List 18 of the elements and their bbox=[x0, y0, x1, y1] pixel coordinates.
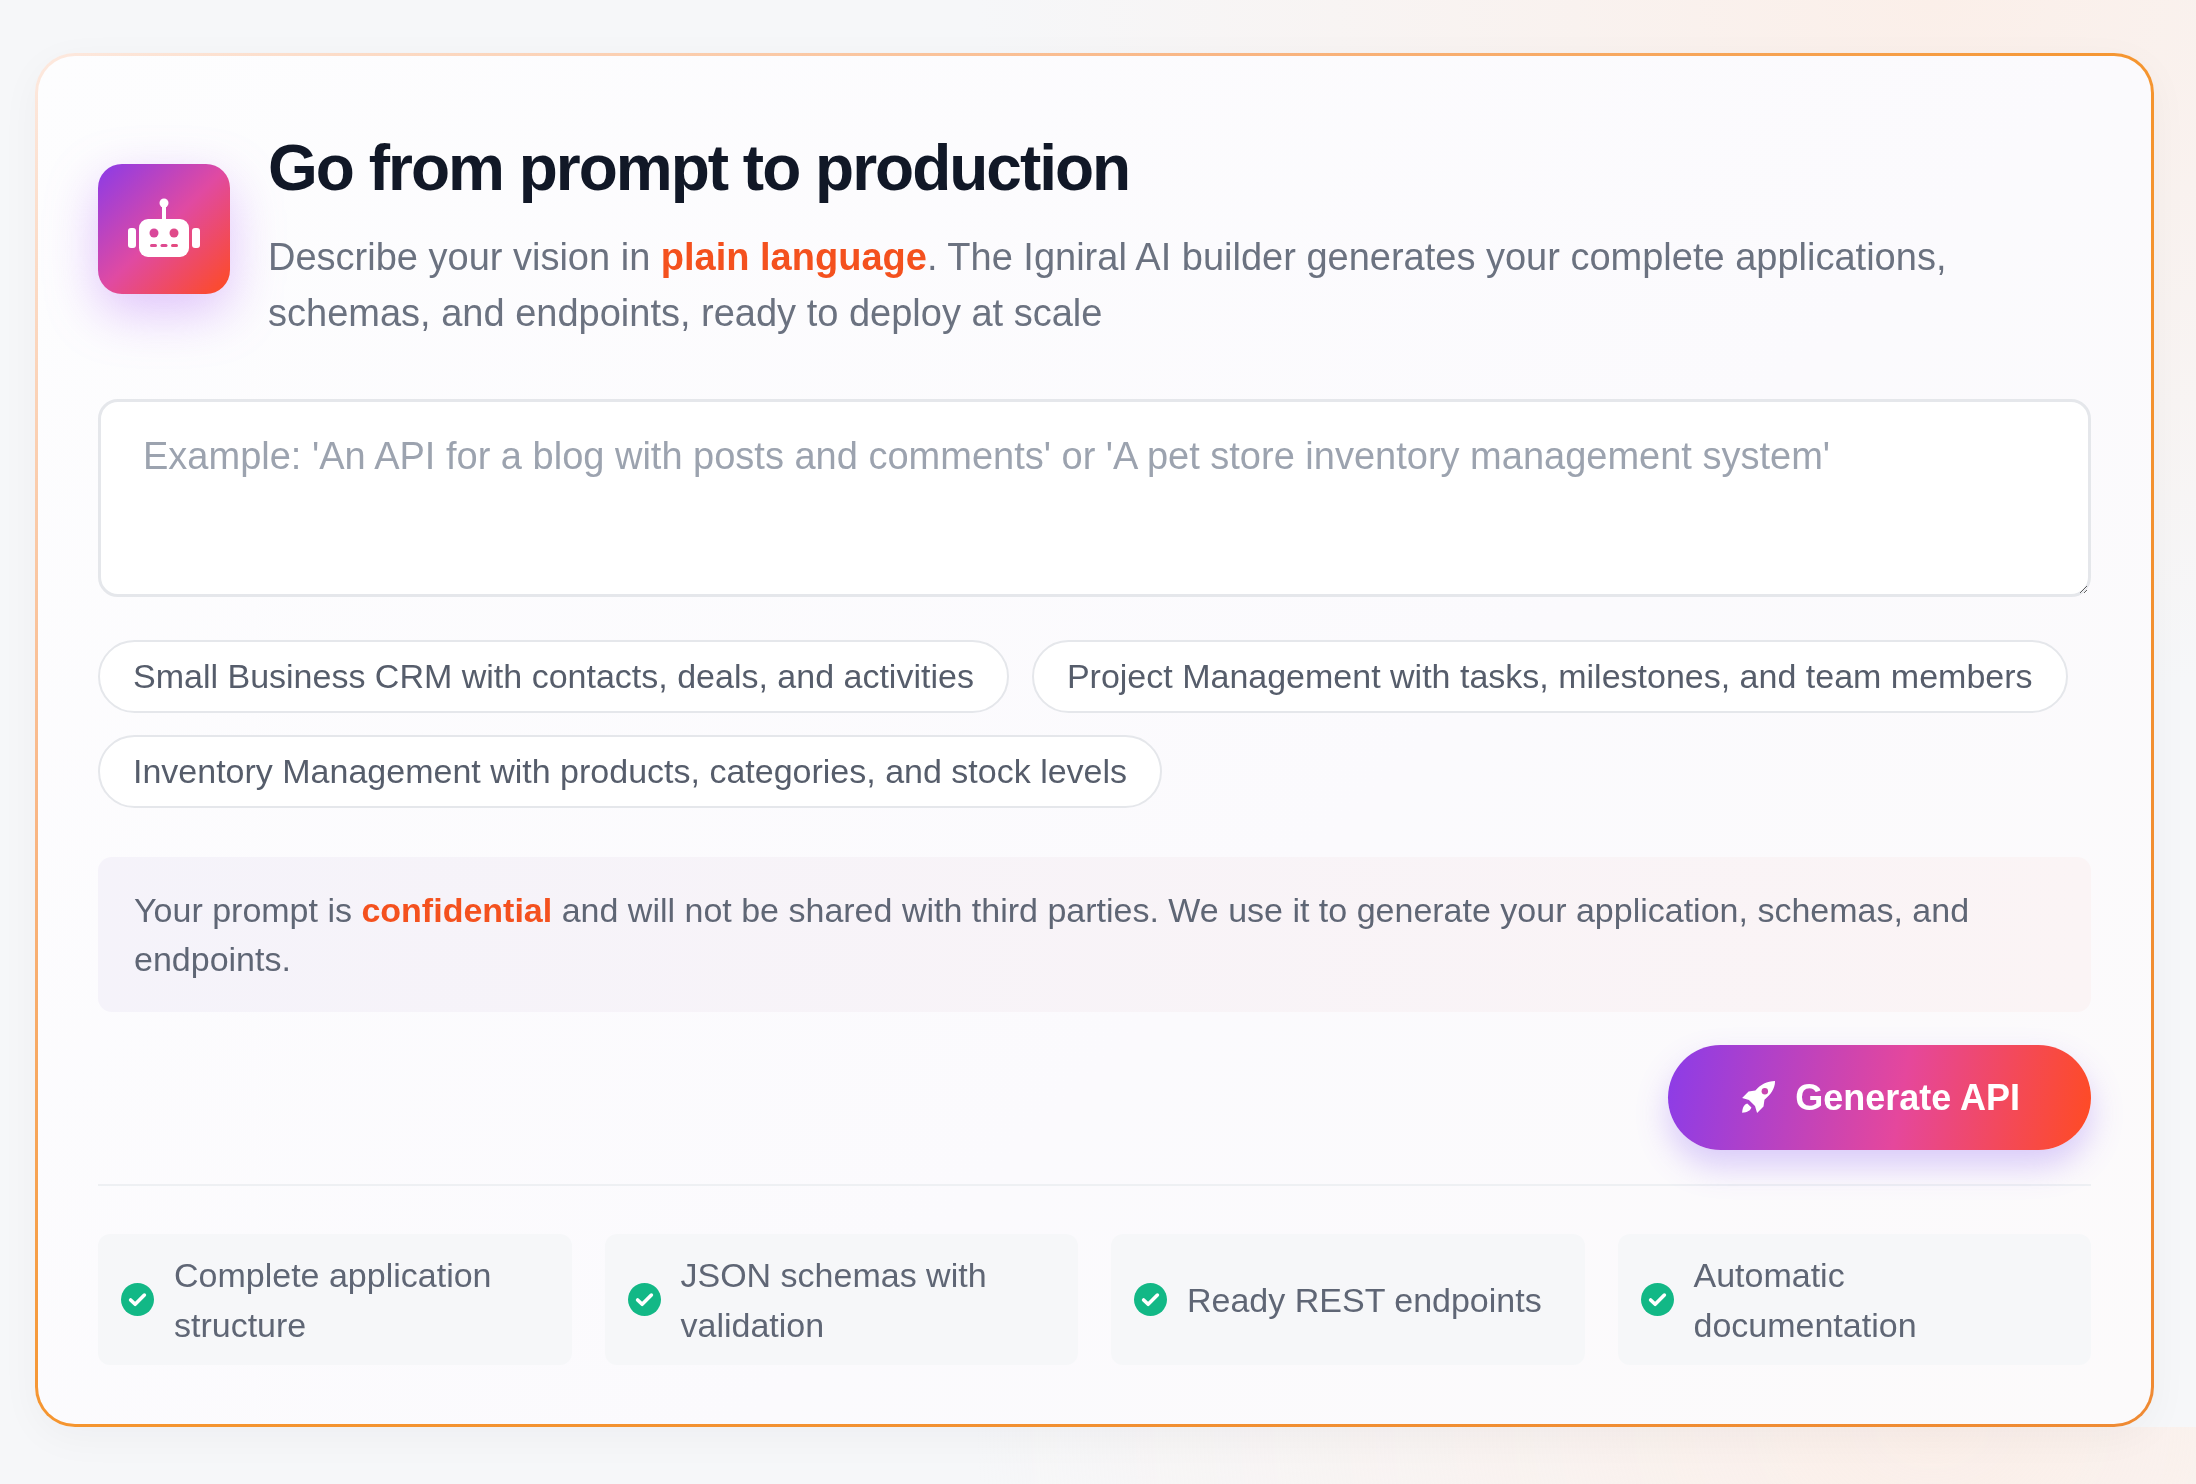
description-text: Describe your vision in plain language. The Igniral AI builder generates your complete applications, schemas, and endpoints, ready to deploy at scale bbox=[268, 235, 1948, 336]
suggestion-chip[interactable]: Inventory Management with products, categories, and stock levels bbox=[98, 735, 1163, 808]
feature-text: Ready REST endpoints bbox=[1187, 1279, 1542, 1321]
generate-button[interactable]: Generate API bbox=[1668, 1045, 2091, 1150]
rocket-icon bbox=[1741, 1080, 1777, 1115]
feature-text: JSON schemas with validation bbox=[680, 1254, 988, 1346]
robot-icon bbox=[98, 164, 230, 294]
feature-text: Complete application structure bbox=[174, 1254, 493, 1346]
prompt-field[interactable]: Example: 'An API for a blog with posts and comments' or 'A pet store inventory management system' bbox=[98, 399, 2091, 597]
check-icon bbox=[1640, 1283, 1674, 1316]
heading: Go from prompt to production bbox=[268, 131, 1131, 206]
suggestion-chip[interactable]: Small Business CRM with contacts, deals, and activities bbox=[98, 640, 1009, 713]
check-icon bbox=[1134, 1283, 1167, 1316]
check-icon bbox=[627, 1283, 661, 1316]
notice-text: Your prompt is confidential and will not be shared with third parties. We use it to generate your application, schemas, and endpoints. bbox=[134, 890, 1971, 980]
feature-text: Automatic documentation bbox=[1693, 1254, 1918, 1346]
suggestion-chip[interactable]: Project Management with tasks, milestones, and team members bbox=[1031, 640, 2068, 713]
check-icon bbox=[121, 1283, 154, 1316]
